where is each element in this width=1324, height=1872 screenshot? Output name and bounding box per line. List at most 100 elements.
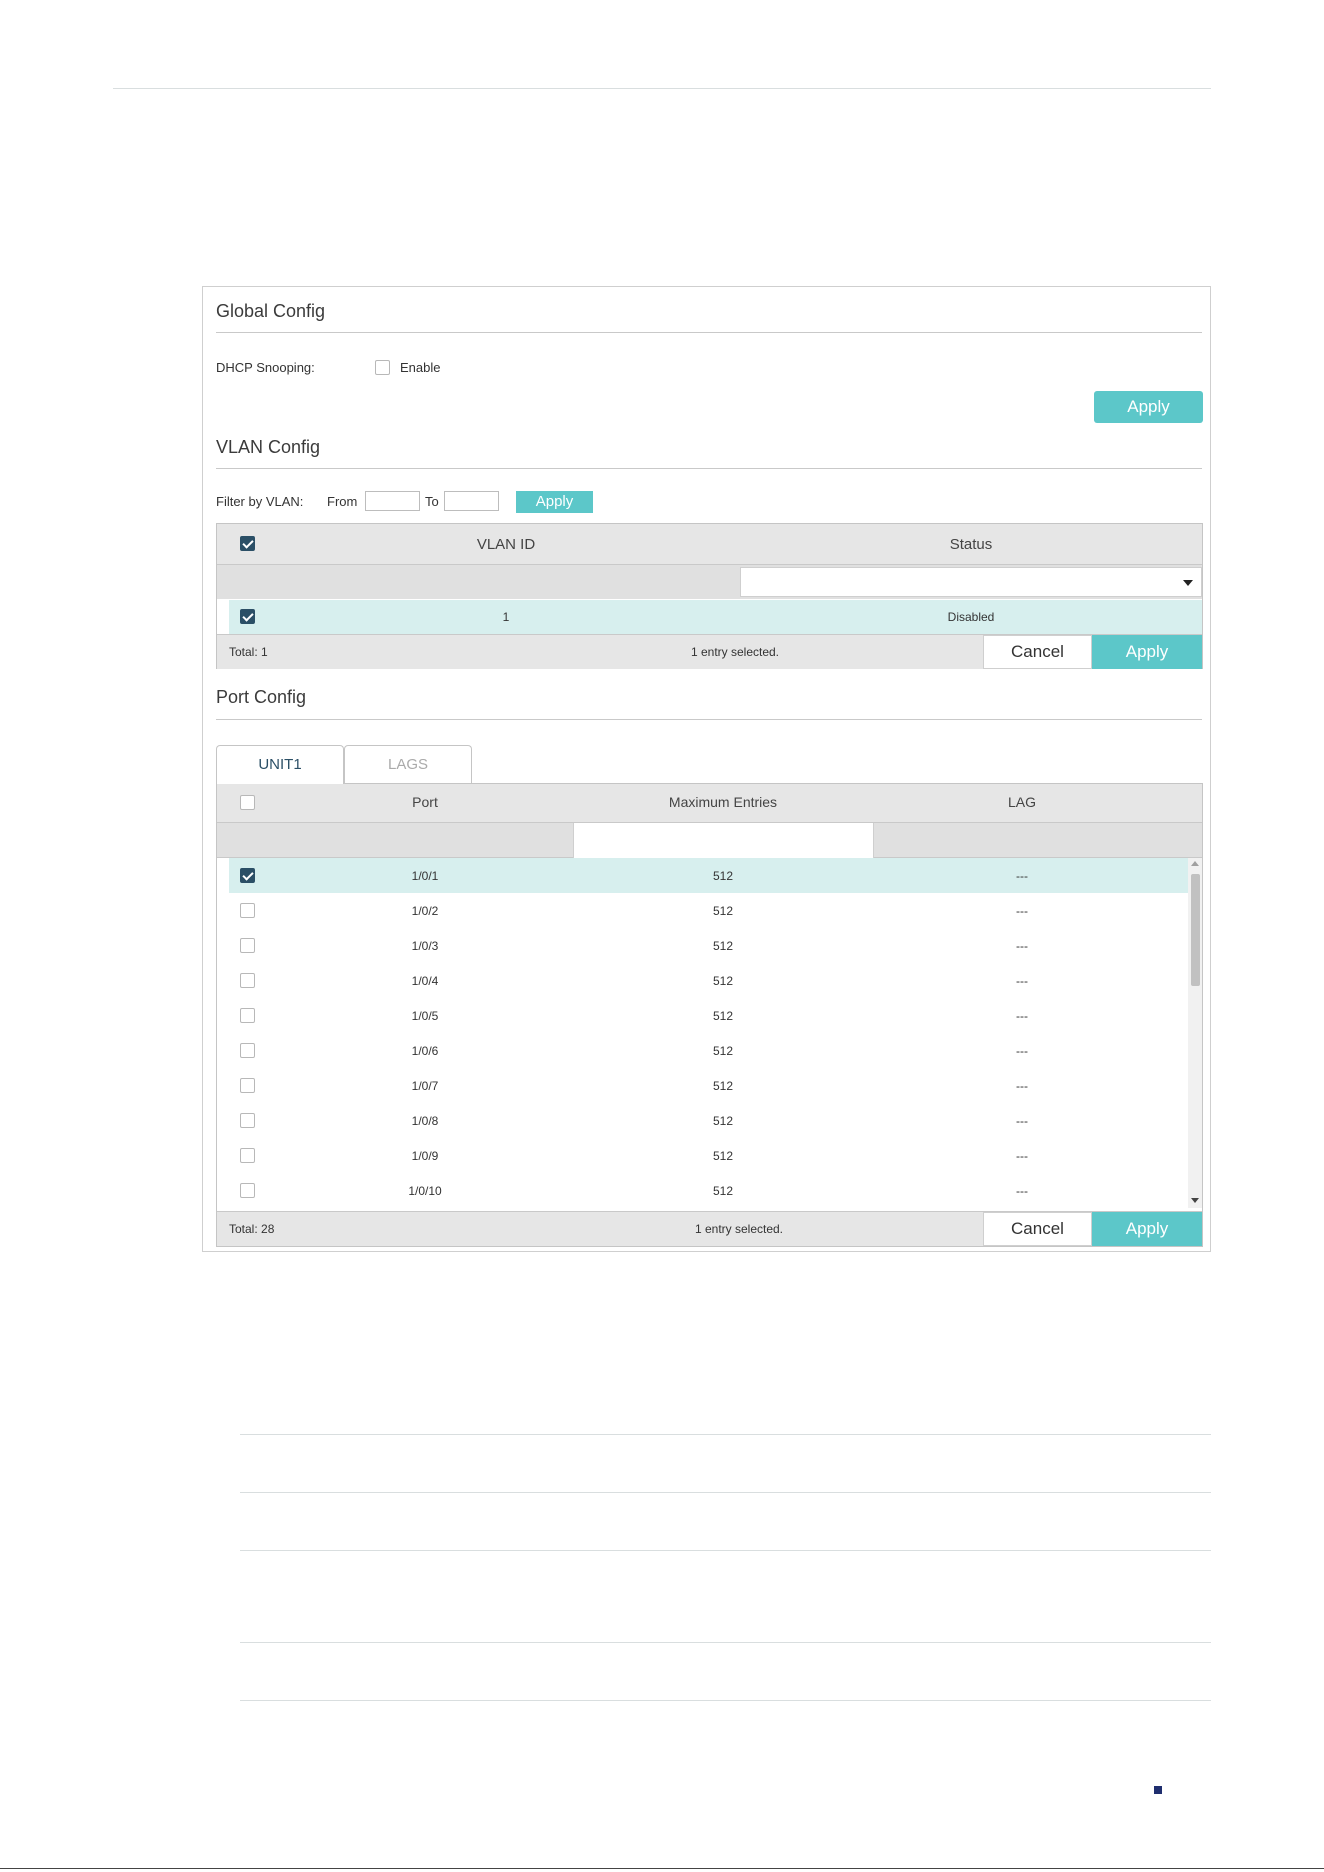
lag-cell: --- — [1016, 1149, 1028, 1163]
port-cell: 1/0/9 — [411, 1149, 439, 1163]
vlan-cancel-button[interactable]: Cancel — [983, 635, 1092, 669]
vlan-from-input[interactable] — [365, 491, 420, 511]
vlan-table-row[interactable]: 1 Disabled — [217, 600, 1202, 634]
port-row-checkbox[interactable] — [240, 1008, 255, 1023]
port-cell: 1/0/8 — [411, 1114, 439, 1128]
port-selected-count: 1 entry selected. — [694, 1222, 784, 1236]
port-row-checkbox[interactable] — [240, 903, 255, 918]
vlan-to-input[interactable] — [444, 491, 499, 511]
vlan-row-checkbox[interactable] — [240, 609, 255, 624]
status-column-header: Status — [949, 536, 993, 553]
vlan-selected-count: 1 entry selected. — [690, 645, 780, 659]
lag-cell: --- — [1016, 1009, 1028, 1023]
tab-lags[interactable]: LAGS — [344, 745, 472, 784]
port-row-checkbox[interactable] — [240, 1113, 255, 1128]
vlan-total-count: Total: 1 — [229, 645, 268, 659]
port-cell: 1/0/6 — [411, 1044, 439, 1058]
page-header-rule — [113, 88, 1211, 89]
port-table-row[interactable]: 1/0/10 512 --- — [217, 1173, 1189, 1208]
vlan-select-all-checkbox[interactable] — [240, 536, 255, 551]
port-table-row[interactable]: 1/0/7 512 --- — [217, 1068, 1189, 1103]
doc-table-rule — [240, 1492, 1211, 1493]
vlan-id-cell: 1 — [502, 610, 510, 624]
port-row-checkbox[interactable] — [240, 868, 255, 883]
lag-cell: --- — [1016, 1114, 1028, 1128]
max-entries-cell: 512 — [712, 904, 734, 918]
vlan-table-header: VLAN ID Status — [217, 524, 1202, 564]
port-table-row[interactable]: 1/0/9 512 --- — [217, 1138, 1189, 1173]
port-table-body: 1/0/1 512 --- 1/0/2 512 --- 1/0/3 512 --- 1/0/4 51… — [217, 858, 1189, 1208]
status-filter-select[interactable] — [740, 567, 1202, 597]
port-table-header: Port Maximum Entries LAG — [217, 784, 1202, 822]
port-table-row[interactable]: 1/0/8 512 --- — [217, 1103, 1189, 1138]
filter-by-vlan-label: Filter by VLAN: — [216, 494, 304, 509]
global-apply-button[interactable]: Apply — [1094, 391, 1203, 423]
lag-cell: --- — [1016, 1184, 1028, 1198]
port-row-checkbox[interactable] — [240, 973, 255, 988]
port-table-row[interactable]: 1/0/6 512 --- — [217, 1033, 1189, 1068]
scroll-up-arrow[interactable] — [1191, 861, 1199, 866]
doc-table-rule — [240, 1642, 1211, 1643]
max-entries-cell: 512 — [712, 1114, 734, 1128]
vlan-config-title: VLAN Config — [216, 437, 321, 457]
port-total-count: Total: 28 — [229, 1222, 275, 1236]
port-table-scrollbar[interactable] — [1188, 858, 1202, 1208]
vlan-filter-apply-button[interactable]: Apply — [516, 491, 593, 513]
port-row-checkbox[interactable] — [240, 1183, 255, 1198]
tab-unit1[interactable]: UNIT1 — [216, 745, 344, 784]
port-apply-button[interactable]: Apply — [1092, 1212, 1202, 1246]
port-row-checkbox[interactable] — [240, 1148, 255, 1163]
max-entries-column-header: Maximum Entries — [668, 794, 778, 810]
port-cell: 1/0/4 — [411, 974, 439, 988]
doc-table-rule — [240, 1550, 1211, 1551]
to-label: To — [425, 494, 439, 509]
port-cell: 1/0/5 — [411, 1009, 439, 1023]
vlan-apply-button[interactable]: Apply — [1092, 635, 1202, 669]
port-row-checkbox[interactable] — [240, 1043, 255, 1058]
lag-column-header: LAG — [1007, 794, 1037, 810]
max-entries-cell: 512 — [712, 939, 734, 953]
port-row-checkbox[interactable] — [240, 1078, 255, 1093]
port-config-title: Port Config — [216, 687, 307, 707]
global-config-title: Global Config — [216, 301, 326, 321]
chevron-down-icon — [1183, 580, 1193, 586]
doc-table-rule — [240, 1434, 1211, 1435]
row-selected-marker — [217, 858, 229, 893]
max-entries-filter-input[interactable] — [573, 823, 874, 858]
port-table-row[interactable]: 1/0/4 512 --- — [217, 963, 1189, 998]
max-entries-cell: 512 — [712, 1149, 734, 1163]
port-cell: 1/0/1 — [411, 869, 439, 883]
max-entries-cell: 512 — [712, 1184, 734, 1198]
dhcp-snooping-label: DHCP Snooping: — [216, 360, 315, 375]
dhcp-snooping-config-panel: Global Config DHCP Snooping: Enable Appl… — [202, 286, 1211, 1252]
max-entries-cell: 512 — [712, 869, 734, 883]
port-table-row[interactable]: 1/0/5 512 --- — [217, 998, 1189, 1033]
lag-cell: --- — [1016, 939, 1028, 953]
page-bottom-rule — [0, 1868, 1324, 1869]
status-cell: Disabled — [947, 610, 995, 624]
max-entries-cell: 512 — [712, 1079, 734, 1093]
port-row-checkbox[interactable] — [240, 938, 255, 953]
port-cell: 1/0/3 — [411, 939, 439, 953]
lag-cell: --- — [1016, 974, 1028, 988]
doc-table-rule — [240, 1700, 1211, 1701]
scroll-down-arrow[interactable] — [1191, 1198, 1199, 1203]
vlan-table-footer: Total: 1 1 entry selected. Cancel Apply — [217, 634, 1202, 669]
max-entries-cell: 512 — [712, 974, 734, 988]
port-select-all-checkbox[interactable] — [240, 795, 255, 810]
lag-cell: --- — [1016, 904, 1028, 918]
row-selected-marker — [217, 600, 229, 634]
dhcp-snooping-enable-checkbox[interactable] — [375, 360, 390, 375]
port-cancel-button[interactable]: Cancel — [983, 1212, 1092, 1246]
port-table-row[interactable]: 1/0/2 512 --- — [217, 893, 1189, 928]
port-table-row[interactable]: 1/0/1 512 --- — [217, 858, 1189, 893]
port-cell: 1/0/7 — [411, 1079, 439, 1093]
lag-cell: --- — [1016, 1044, 1028, 1058]
port-table: Port Maximum Entries LAG 1/0/1 512 --- 1/0/… — [216, 783, 1203, 1247]
vlan-id-column-header: VLAN ID — [476, 536, 536, 553]
from-label: From — [327, 494, 358, 509]
lag-cell: --- — [1016, 869, 1028, 883]
scroll-thumb[interactable] — [1191, 874, 1200, 986]
page-marker-icon — [1154, 1786, 1162, 1794]
port-table-row[interactable]: 1/0/3 512 --- — [217, 928, 1189, 963]
